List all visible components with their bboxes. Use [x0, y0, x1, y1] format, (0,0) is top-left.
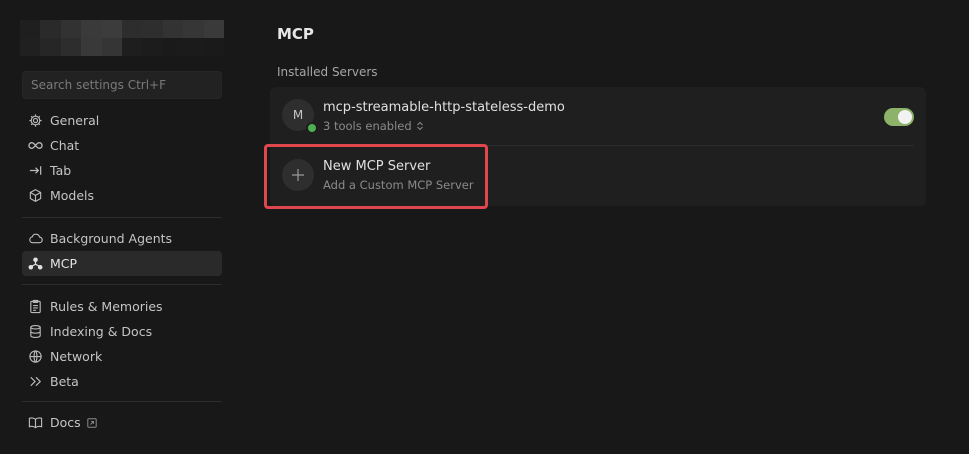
- server-enable-toggle[interactable]: [884, 108, 914, 126]
- clipboard-icon: [28, 299, 43, 314]
- double-chevron-icon: [28, 374, 43, 389]
- sidebar-item-general[interactable]: General: [22, 108, 222, 133]
- sidebar: General Chat Tab Models: [0, 0, 240, 454]
- cube-icon: [28, 188, 43, 203]
- sidebar-item-label: Indexing & Docs: [50, 324, 153, 339]
- sidebar-divider: [22, 217, 222, 218]
- tools-enabled-dropdown[interactable]: 3 tools enabled: [323, 119, 424, 133]
- nav-group-config: Rules & Memories Indexing & Docs Network…: [22, 294, 222, 394]
- sidebar-item-beta[interactable]: Beta: [22, 369, 222, 394]
- search-input[interactable]: [29, 77, 215, 93]
- sidebar-item-mcp[interactable]: MCP: [22, 251, 222, 276]
- chevron-up-down-icon: [416, 121, 424, 131]
- sidebar-item-label: Docs: [50, 415, 81, 430]
- sidebar-item-label: Models: [50, 188, 95, 203]
- settings-window: General Chat Tab Models: [0, 0, 969, 454]
- nav-group-agents: Background Agents MCP: [22, 226, 222, 276]
- sidebar-item-label: Tab: [50, 163, 72, 178]
- sidebar-item-background-agents[interactable]: Background Agents: [22, 226, 222, 251]
- status-indicator: [306, 122, 318, 134]
- sidebar-item-label: Chat: [50, 138, 80, 153]
- avatar-letter: M: [292, 108, 304, 122]
- sidebar-item-rules-memories[interactable]: Rules & Memories: [22, 294, 222, 319]
- server-row[interactable]: M mcp-streamable-http-stateless-demo 3 t…: [270, 87, 926, 145]
- sidebar-item-network[interactable]: Network: [22, 344, 222, 369]
- tools-enabled-label: 3 tools enabled: [323, 119, 412, 133]
- search-settings-field[interactable]: [22, 71, 222, 99]
- tab-arrow-icon: [28, 163, 43, 178]
- nav-group-footer: Docs: [22, 410, 222, 435]
- external-link-icon: [86, 417, 97, 428]
- profile-pixelated-avatar: [20, 20, 224, 56]
- globe-icon: [28, 349, 43, 364]
- sidebar-item-tab[interactable]: Tab: [22, 158, 222, 183]
- sidebar-item-label: Rules & Memories: [50, 299, 163, 314]
- sidebar-item-label: General: [50, 113, 100, 128]
- page-title: MCP: [277, 25, 314, 43]
- sidebar-item-label: Background Agents: [50, 231, 173, 246]
- toggle-knob: [898, 110, 912, 124]
- sidebar-item-chat[interactable]: Chat: [22, 133, 222, 158]
- section-label: Installed Servers: [277, 65, 378, 79]
- sidebar-item-label: MCP: [50, 256, 78, 271]
- sidebar-item-label: Beta: [50, 374, 79, 389]
- sidebar-divider: [22, 284, 222, 285]
- highlight-annotation-box: [264, 144, 488, 209]
- nav-group-primary: General Chat Tab Models: [22, 108, 222, 208]
- server-name: mcp-streamable-http-stateless-demo: [323, 100, 565, 115]
- cloud-icon: [28, 231, 43, 246]
- sidebar-item-models[interactable]: Models: [22, 183, 222, 208]
- main-content: MCP Installed Servers M mcp-streamable-h…: [270, 0, 926, 454]
- sidebar-item-indexing-docs[interactable]: Indexing & Docs: [22, 319, 222, 344]
- infinity-icon: [28, 138, 43, 153]
- sidebar-item-label: Network: [50, 349, 103, 364]
- sidebar-divider: [22, 401, 222, 402]
- sidebar-item-docs[interactable]: Docs: [22, 410, 222, 435]
- database-icon: [28, 324, 43, 339]
- book-icon: [28, 415, 43, 430]
- mcp-icon: [28, 256, 43, 271]
- gear-icon: [28, 113, 43, 128]
